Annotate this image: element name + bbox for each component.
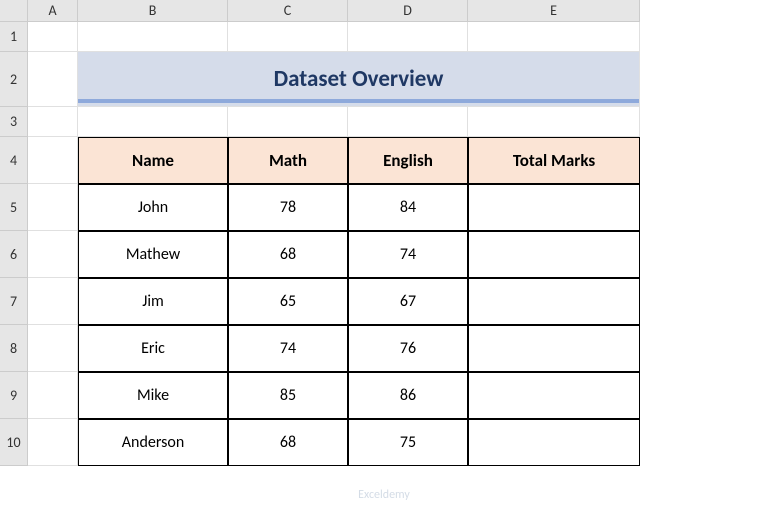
title-cell[interactable]: Dataset Overview — [78, 52, 640, 107]
cell-english[interactable]: 74 — [348, 231, 468, 278]
table-row: 6 Mathew 68 74 — [0, 231, 640, 278]
row-1: 1 — [0, 22, 640, 52]
row-header-6[interactable]: 6 — [0, 231, 28, 278]
cell-english[interactable]: 86 — [348, 372, 468, 419]
spreadsheet-grid: A B C D E 1 2 Dataset Overview 3 4 Name … — [0, 0, 640, 466]
table-row: 5 John 78 84 — [0, 184, 640, 231]
header-name[interactable]: Name — [78, 137, 228, 184]
table-row: 8 Eric 74 76 — [0, 325, 640, 372]
cell-math[interactable]: 68 — [228, 419, 348, 466]
row-3: 3 — [0, 107, 640, 137]
row-2: 2 Dataset Overview — [0, 52, 640, 107]
select-all-corner[interactable] — [0, 0, 28, 22]
table-row: 10 Anderson 68 75 — [0, 419, 640, 466]
cell-english[interactable]: 67 — [348, 278, 468, 325]
table-row: 9 Mike 85 86 — [0, 372, 640, 419]
cell-total[interactable] — [468, 231, 640, 278]
row-header-7[interactable]: 7 — [0, 278, 28, 325]
row-header-9[interactable]: 9 — [0, 372, 28, 419]
cell-A1[interactable] — [28, 22, 78, 52]
cell-A3[interactable] — [28, 107, 78, 137]
col-header-B[interactable]: B — [78, 0, 228, 22]
cell-math[interactable]: 78 — [228, 184, 348, 231]
cell-math[interactable]: 68 — [228, 231, 348, 278]
row-header-3[interactable]: 3 — [0, 107, 28, 137]
table-row: 7 Jim 65 67 — [0, 278, 640, 325]
cell-total[interactable] — [468, 325, 640, 372]
cell-total[interactable] — [468, 278, 640, 325]
cell-name[interactable]: Jim — [78, 278, 228, 325]
cell-A6[interactable] — [28, 231, 78, 278]
cell-total[interactable] — [468, 419, 640, 466]
cell-name[interactable]: Mike — [78, 372, 228, 419]
cell-name[interactable]: John — [78, 184, 228, 231]
col-header-D[interactable]: D — [348, 0, 468, 22]
title-underline — [78, 99, 639, 103]
row-header-10[interactable]: 10 — [0, 419, 28, 466]
col-header-C[interactable]: C — [228, 0, 348, 22]
row-header-5[interactable]: 5 — [0, 184, 28, 231]
row-header-2[interactable]: 2 — [0, 52, 28, 107]
cell-A2[interactable] — [28, 52, 78, 107]
cell-name[interactable]: Anderson — [78, 419, 228, 466]
cell-name[interactable]: Mathew — [78, 231, 228, 278]
cell-B3[interactable] — [78, 107, 228, 137]
cell-total[interactable] — [468, 372, 640, 419]
cell-english[interactable]: 84 — [348, 184, 468, 231]
cell-math[interactable]: 85 — [228, 372, 348, 419]
col-header-E[interactable]: E — [468, 0, 640, 22]
cell-D1[interactable] — [348, 22, 468, 52]
cell-C1[interactable] — [228, 22, 348, 52]
row-4: 4 Name Math English Total Marks — [0, 137, 640, 184]
cell-A10[interactable] — [28, 419, 78, 466]
header-english[interactable]: English — [348, 137, 468, 184]
cell-A8[interactable] — [28, 325, 78, 372]
col-header-A[interactable]: A — [28, 0, 78, 22]
row-header-8[interactable]: 8 — [0, 325, 28, 372]
cell-math[interactable]: 65 — [228, 278, 348, 325]
cell-total[interactable] — [468, 184, 640, 231]
header-math[interactable]: Math — [228, 137, 348, 184]
cell-A5[interactable] — [28, 184, 78, 231]
cell-A9[interactable] — [28, 372, 78, 419]
header-total[interactable]: Total Marks — [468, 137, 640, 184]
cell-english[interactable]: 76 — [348, 325, 468, 372]
cell-math[interactable]: 74 — [228, 325, 348, 372]
cell-E3[interactable] — [468, 107, 640, 137]
title-text: Dataset Overview — [274, 65, 444, 93]
cell-E1[interactable] — [468, 22, 640, 52]
cell-english[interactable]: 75 — [348, 419, 468, 466]
watermark: Exceldemy — [358, 488, 410, 502]
cell-A4[interactable] — [28, 137, 78, 184]
cell-name[interactable]: Eric — [78, 325, 228, 372]
row-header-1[interactable]: 1 — [0, 22, 28, 52]
cell-D3[interactable] — [348, 107, 468, 137]
cell-C3[interactable] — [228, 107, 348, 137]
cell-B1[interactable] — [78, 22, 228, 52]
row-header-4[interactable]: 4 — [0, 137, 28, 184]
watermark-text: Exceldemy — [358, 488, 410, 502]
column-headers-row: A B C D E — [0, 0, 640, 22]
cell-A7[interactable] — [28, 278, 78, 325]
